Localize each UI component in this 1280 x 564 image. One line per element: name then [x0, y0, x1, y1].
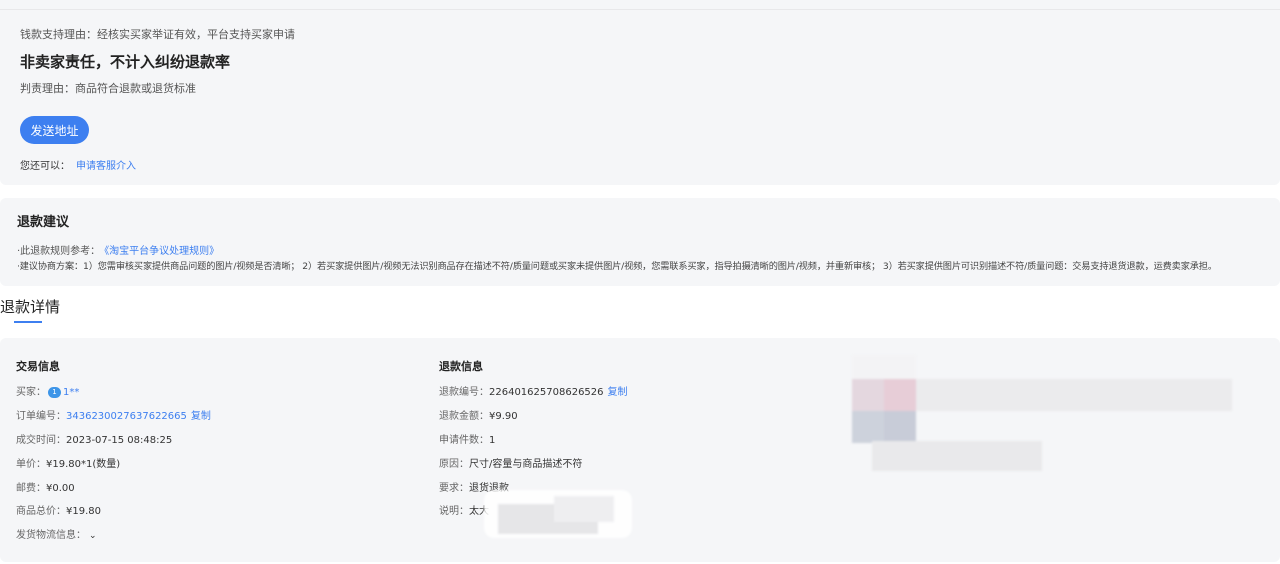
redacted-product-area [852, 355, 1234, 473]
refund-amount-value: ¥9.90 [489, 411, 518, 422]
suggestion-title: 退款建议 [17, 215, 70, 230]
buyer-badge-icon: 1 [48, 386, 61, 398]
send-address-button[interactable]: 发送地址 [20, 116, 89, 144]
logistics-label: 发货物流信息： [16, 530, 86, 541]
refund-number-value: 226401625708626526 [489, 387, 604, 398]
judgement-reason: 判责理由：商品符合退款或退货标准 [20, 80, 196, 96]
rule-reference: ·此退款规则参考： 《淘宝平台争议处理规则》 [17, 242, 219, 257]
refund-amount-label: 退款金额： [439, 411, 489, 422]
refund-reason-text: 经核实买家举证有效，平台支持买家申请 [97, 28, 295, 41]
suggested-plan: ·建议协商方案：1）您需审核买家提供商品问题的图片/视频是否清晰； 2）若买家提… [17, 261, 1217, 272]
refund-demand-label: 要求： [439, 483, 469, 494]
refund-cause-value: 尺寸/容量与商品描述不符 [469, 459, 583, 470]
judgement-text: 商品符合退款或退货标准 [75, 82, 196, 95]
dispute-rules-link[interactable]: 《淘宝平台争议处理规则》 [104, 246, 219, 257]
unit-price-label: 单价： [16, 459, 46, 470]
deal-time-label: 成交时间： [16, 435, 66, 446]
also-label: 您还可以： [20, 161, 70, 172]
order-number-link[interactable]: 3436230027637622665 [66, 411, 187, 422]
also-options: 您还可以： 申请客服介入 [20, 157, 136, 172]
postage-label: 邮费： [16, 483, 46, 494]
refund-number-label: 退款编号： [439, 387, 489, 398]
refund-info-title: 退款信息 [439, 360, 483, 373]
refund-note-row: 说明：太大 [439, 502, 489, 517]
total-price-value: ¥19.80 [66, 506, 101, 517]
apply-customer-service-link[interactable]: 申请客服介入 [76, 161, 136, 172]
verdict-heading: 非卖家责任，不计入纠纷退款率 [20, 53, 231, 71]
refund-note-label: 说明： [439, 506, 469, 517]
refund-cause-row: 原因：尺寸/容量与商品描述不符 [439, 455, 582, 470]
item-count-label: 申请件数： [439, 435, 489, 446]
deal-time-value: 2023-07-15 08:48:25 [66, 435, 173, 446]
judgement-label: 判责理由： [20, 82, 75, 95]
buyer-name-link[interactable]: 1** [63, 387, 79, 398]
refund-details-title[interactable]: 退款详情 [0, 296, 60, 317]
refund-cause-label: 原因： [439, 459, 469, 470]
unit-price-row: 单价：¥19.80*1(数量) [16, 455, 120, 470]
order-number-label: 订单编号： [16, 411, 66, 422]
postage-row: 邮费：¥0.00 [16, 479, 75, 494]
refund-number-row: 退款编号：226401625708626526 复制 [439, 383, 628, 398]
refund-reason: 钱款支持理由：经核实买家举证有效，平台支持买家申请 [20, 26, 295, 42]
active-tab-indicator [14, 321, 42, 323]
trade-info-title: 交易信息 [16, 360, 60, 373]
copy-refund-number-button[interactable]: 复制 [608, 387, 628, 398]
item-count-value: 1 [489, 435, 496, 446]
logistics-info-toggle[interactable]: 发货物流信息： ⌄ [16, 526, 97, 541]
rule-reference-label: ·此退款规则参考： [17, 246, 101, 257]
unit-price-value: ¥19.80*1(数量) [46, 459, 121, 470]
buyer-row: 买家： 1 1** [16, 383, 79, 398]
total-price-label: 商品总价： [16, 506, 66, 517]
redacted-note-area [484, 490, 632, 538]
divider [0, 9, 1280, 10]
deal-time-row: 成交时间：2023-07-15 08:48:25 [16, 431, 172, 446]
order-number-row: 订单编号：3436230027637622665 复制 [16, 407, 211, 422]
refund-amount-row: 退款金额：¥9.90 [439, 407, 518, 422]
item-count-row: 申请件数：1 [439, 431, 495, 446]
copy-order-number-button[interactable]: 复制 [191, 411, 211, 422]
postage-value: ¥0.00 [46, 483, 75, 494]
chevron-down-icon: ⌄ [89, 531, 97, 541]
buyer-label: 买家： [16, 387, 46, 398]
total-price-row: 商品总价：¥19.80 [16, 502, 101, 517]
refund-reason-label: 钱款支持理由： [20, 28, 97, 41]
